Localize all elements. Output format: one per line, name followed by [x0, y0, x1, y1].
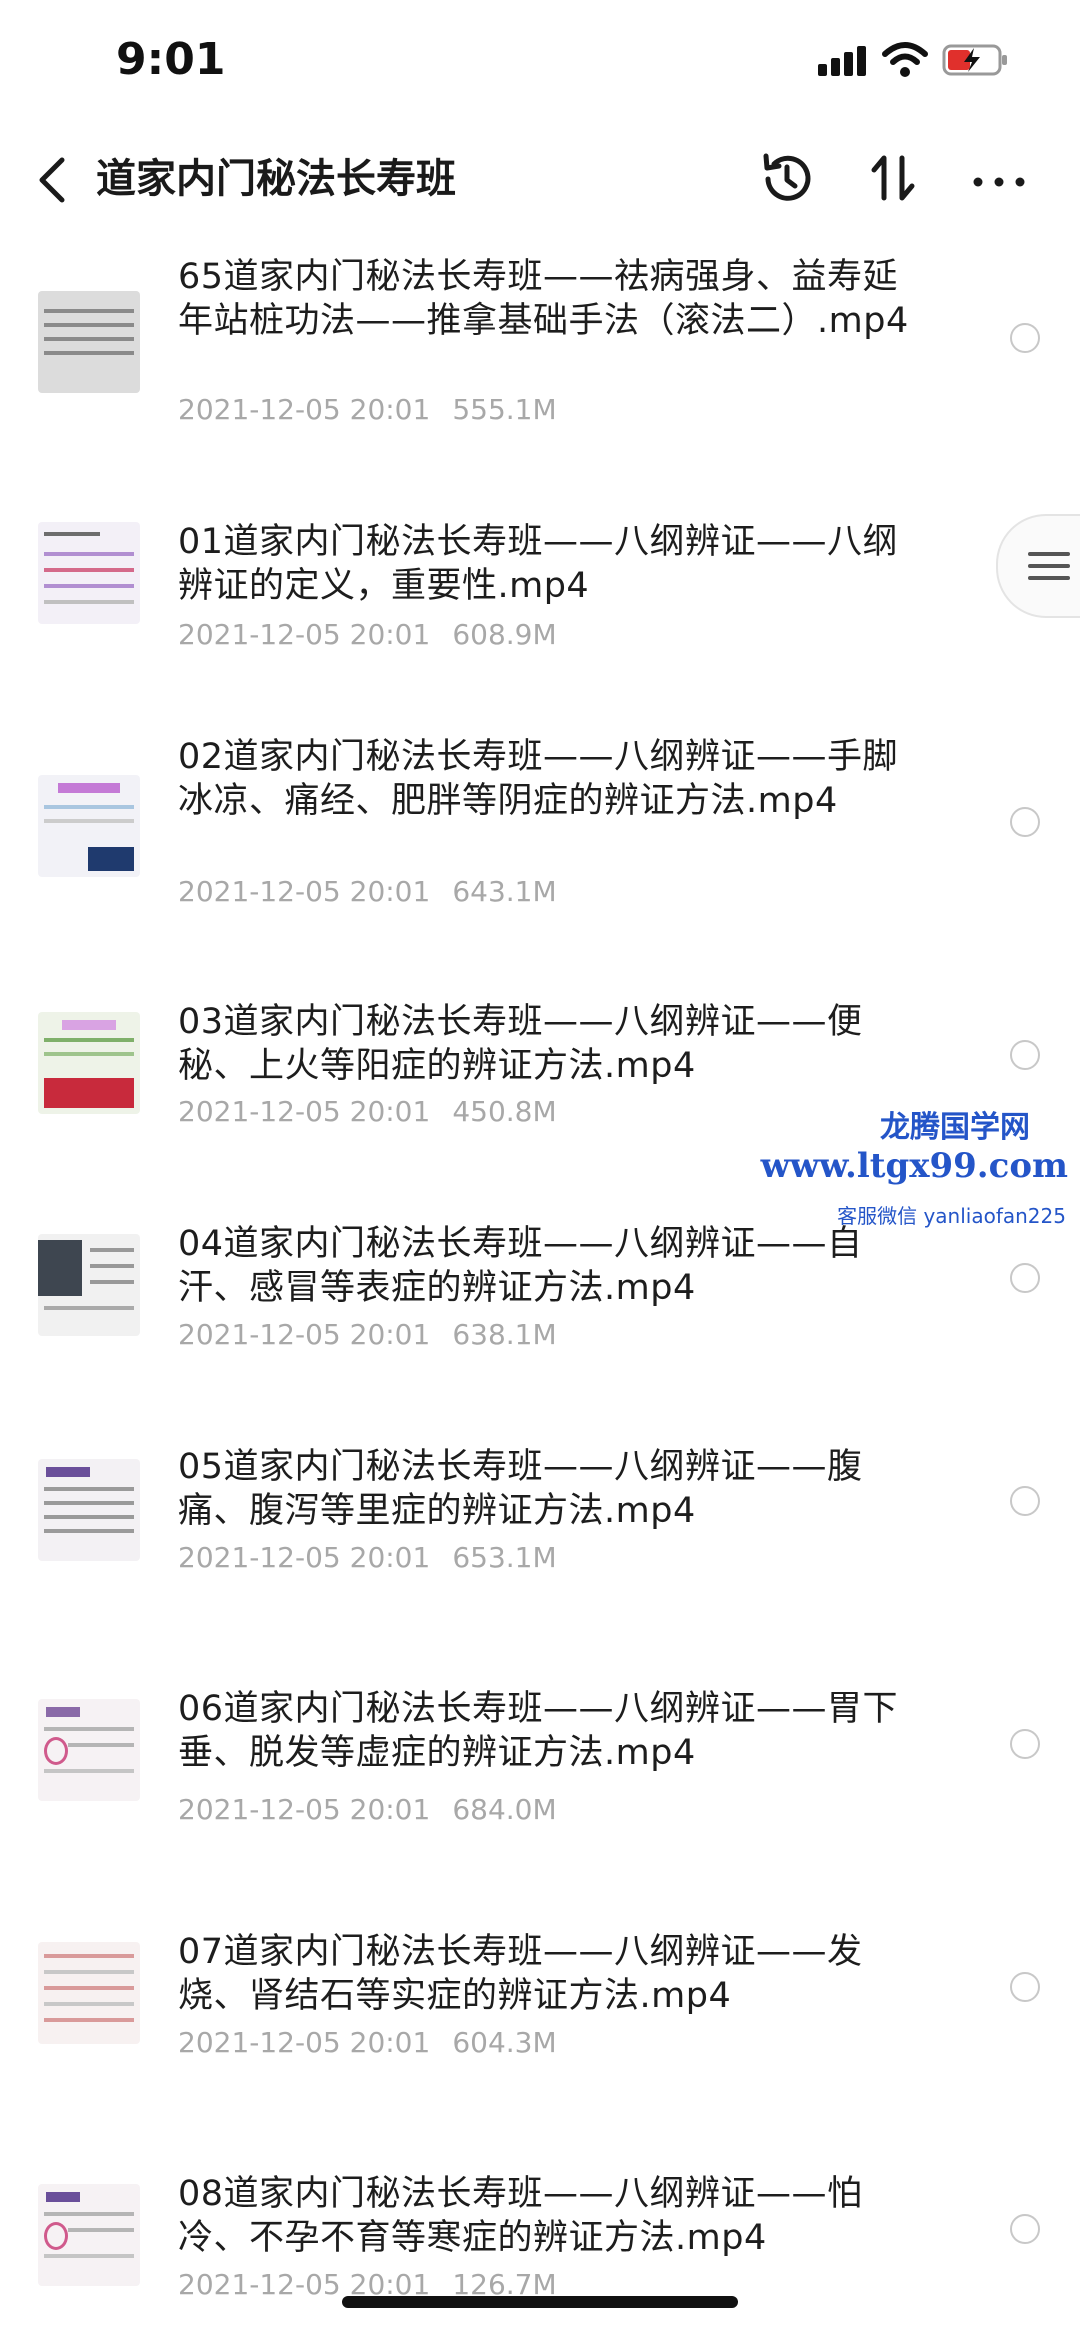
- file-date: 2021-12-05 20:01: [178, 875, 431, 908]
- file-size: 450.8M: [452, 1095, 557, 1128]
- sort-icon[interactable]: [862, 146, 928, 212]
- file-name: 07道家内门秘法长寿班——八纲辨证——发烧、肾结石等实症的辨证方法.mp4: [178, 1932, 863, 2016]
- file-size: 555.1M: [452, 393, 557, 426]
- file-size: 604.3M: [452, 2026, 557, 2059]
- file-name: 65道家内门秘法长寿班——祛病强身、益寿延年站桩功法——推拿基础手法（滚法二）.…: [178, 257, 909, 341]
- file-name: 01道家内门秘法长寿班——八纲辨证——八纲辨证的定义，重要性.mp4: [178, 522, 899, 606]
- menu-line-icon: [1028, 552, 1070, 556]
- select-radio[interactable]: [1010, 1040, 1040, 1070]
- watermark-contact: 客服微信 yanliaofan225: [837, 1204, 1066, 1228]
- cellular-signal-icon: [818, 46, 870, 76]
- select-radio[interactable]: [1010, 807, 1040, 837]
- video-thumbnail: [38, 1459, 140, 1561]
- file-meta: 2021-12-05 20:01 608.9M: [178, 618, 557, 651]
- wifi-icon: [882, 42, 928, 77]
- file-meta: 2021-12-05 20:01 643.1M: [178, 875, 557, 908]
- file-name: 04道家内门秘法长寿班——八纲辨证——自汗、感冒等表症的辨证方法.mp4: [178, 1224, 863, 1308]
- file-meta: 2021-12-05 20:01 450.8M: [178, 1095, 557, 1128]
- select-radio[interactable]: [1010, 1729, 1040, 1759]
- side-menu-handle[interactable]: [996, 514, 1080, 618]
- file-date: 2021-12-05 20:01: [178, 393, 431, 426]
- watermark-url: www.ltgx99.com: [760, 1146, 1068, 1186]
- file-size: 643.1M: [452, 875, 557, 908]
- file-date: 2021-12-05 20:01: [178, 2026, 431, 2059]
- file-name: 03道家内门秘法长寿班——八纲辨证——便秘、上火等阳症的辨证方法.mp4: [178, 1002, 863, 1086]
- watermark-title: 龙腾国学网: [880, 1110, 1030, 1145]
- status-time: 9:01: [116, 34, 226, 85]
- file-date: 2021-12-05 20:01: [178, 1541, 431, 1574]
- nav-header: 道家内门秘法长寿班: [0, 130, 1080, 230]
- select-radio[interactable]: [1010, 2214, 1040, 2244]
- file-size: 608.9M: [452, 618, 557, 651]
- select-radio[interactable]: [1010, 1263, 1040, 1293]
- status-bar: 9:01: [0, 0, 1080, 120]
- history-icon[interactable]: [754, 146, 820, 212]
- file-date: 2021-12-05 20:01: [178, 1095, 431, 1128]
- video-thumbnail: [38, 522, 140, 624]
- video-thumbnail: [38, 1234, 140, 1336]
- select-radio[interactable]: [1010, 1972, 1040, 2002]
- video-thumbnail: [38, 1699, 140, 1801]
- file-date: 2021-12-05 20:01: [178, 1318, 431, 1351]
- file-meta: 2021-12-05 20:01 604.3M: [178, 2026, 557, 2059]
- file-size: 638.1M: [452, 1318, 557, 1351]
- menu-line-icon: [1028, 576, 1070, 580]
- page-title: 道家内门秘法长寿班: [96, 156, 456, 202]
- more-options-icon[interactable]: [966, 146, 1032, 212]
- file-date: 2021-12-05 20:01: [178, 618, 431, 651]
- video-thumbnail: [38, 1942, 140, 2044]
- file-name: 02道家内门秘法长寿班——八纲辨证——手脚冰凉、痛经、肥胖等阴症的辨证方法.mp…: [178, 737, 899, 821]
- file-size: 684.0M: [452, 1793, 557, 1826]
- file-name: 08道家内门秘法长寿班——八纲辨证——怕冷、不孕不育等寒症的辨证方法.mp4: [178, 2174, 863, 2258]
- video-thumbnail: [38, 775, 140, 877]
- select-radio[interactable]: [1010, 323, 1040, 353]
- menu-line-icon: [1028, 564, 1070, 568]
- file-size: 653.1M: [452, 1541, 557, 1574]
- file-name: 06道家内门秘法长寿班——八纲辨证——胃下垂、脱发等虚症的辨证方法.mp4: [178, 1689, 899, 1773]
- file-meta: 2021-12-05 20:01 555.1M: [178, 393, 557, 426]
- file-meta: 2021-12-05 20:01 653.1M: [178, 1541, 557, 1574]
- video-thumbnail: [38, 291, 140, 393]
- file-date: 2021-12-05 20:01: [178, 1793, 431, 1826]
- file-name: 05道家内门秘法长寿班——八纲辨证——腹痛、腹泻等里症的辨证方法.mp4: [178, 1447, 863, 1531]
- video-thumbnail: [38, 1012, 140, 1114]
- file-meta: 2021-12-05 20:01 684.0M: [178, 1793, 557, 1826]
- video-thumbnail: [38, 2184, 140, 2286]
- select-radio[interactable]: [1010, 1486, 1040, 1516]
- battery-icon: [942, 44, 1007, 76]
- back-arrow-icon[interactable]: [30, 150, 76, 210]
- home-indicator[interactable]: [342, 2296, 738, 2308]
- file-meta: 2021-12-05 20:01 638.1M: [178, 1318, 557, 1351]
